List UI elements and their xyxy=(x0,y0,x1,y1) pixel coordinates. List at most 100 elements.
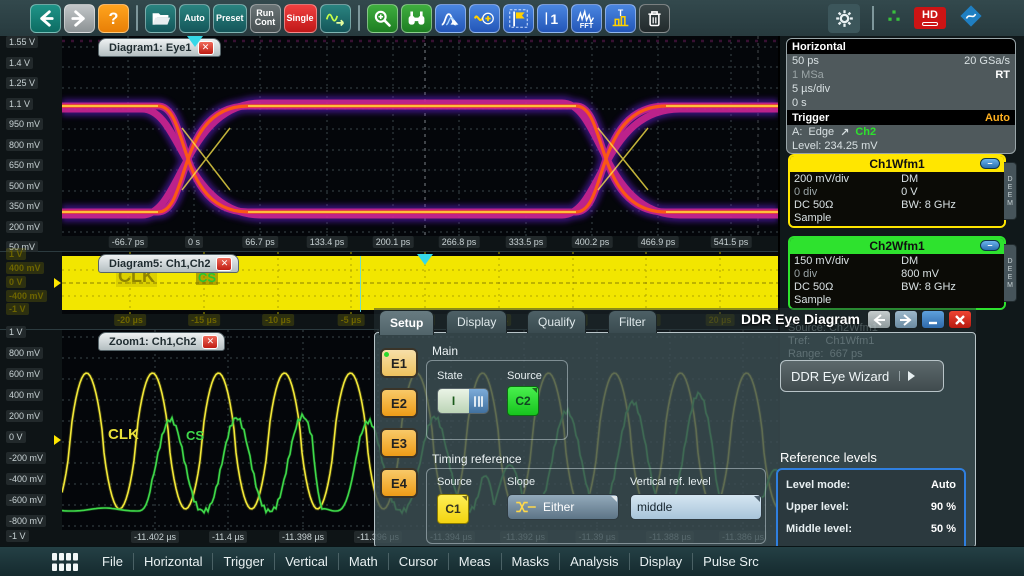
channel-info-row: Sample xyxy=(794,212,1000,225)
menu-item-horizontal[interactable]: Horizontal xyxy=(134,554,213,569)
combine-icon xyxy=(474,8,495,29)
channel-info-left: 200 mV/div xyxy=(794,173,901,186)
main-group-label: Main xyxy=(432,344,458,358)
channel-box-ch2wfm1[interactable]: Ch2Wfm1150 mV/divDM0 div800 mVDC 50ΩBW: … xyxy=(788,236,1006,310)
dialog-close-button[interactable] xyxy=(948,310,972,329)
eye-x-label: 400.2 ps xyxy=(572,236,613,248)
reference-level-label: Level mode: xyxy=(786,479,850,491)
eye-tab-e2[interactable]: E2 xyxy=(380,388,418,418)
menu-item-vertical[interactable]: Vertical xyxy=(275,554,338,569)
main-source-label: Source xyxy=(507,370,542,382)
minimize-button[interactable] xyxy=(980,158,1000,169)
main-source-button[interactable]: C2 xyxy=(507,386,539,416)
record-length-value: 1 MSa xyxy=(792,69,824,81)
reference-level-row: Level mode:Auto xyxy=(778,474,964,496)
zoom1-y-label: 800 mV xyxy=(6,347,43,359)
menu-item-trigger[interactable]: Trigger xyxy=(213,554,274,569)
dialog-tab-filter[interactable]: Filter xyxy=(608,310,657,333)
autoset-button[interactable]: Auto xyxy=(179,4,210,33)
channel-info-right: 0 V xyxy=(901,186,1000,199)
zoom-icon xyxy=(372,8,393,29)
tab-diagram5[interactable]: Diagram5: Ch1,Ch2 xyxy=(98,254,239,273)
clk-signal-label: CLK xyxy=(108,426,139,443)
eye-tab-e1[interactable]: E1 xyxy=(380,348,418,378)
reference-waveform-button[interactable]: 1 xyxy=(537,4,568,33)
slope-dropdown[interactable]: Either xyxy=(507,494,619,520)
eye-y-label: 1.25 V xyxy=(6,77,38,89)
minimize-button[interactable] xyxy=(980,240,1000,251)
menu-item-masks[interactable]: Masks xyxy=(502,554,560,569)
zoom-button[interactable] xyxy=(367,4,398,33)
menu-item-math[interactable]: Math xyxy=(339,554,388,569)
channel-info-row: 200 mV/divDM xyxy=(794,173,1000,186)
channel-info-right: BW: 8 GHz xyxy=(901,199,1000,212)
channel-side-tab[interactable]: DEEM xyxy=(1004,244,1017,302)
generator-button[interactable] xyxy=(320,4,351,33)
channel-info-row: DC 50ΩBW: 8 GHz xyxy=(794,199,1000,212)
reference-level-value: 90 % xyxy=(931,501,956,513)
menu-item-analysis[interactable]: Analysis xyxy=(560,554,628,569)
delete-button[interactable] xyxy=(639,4,670,33)
menu-item-display[interactable]: Display xyxy=(630,554,693,569)
timebase-value: 5 µs/div xyxy=(792,83,830,95)
svg-text:?: ? xyxy=(109,10,119,28)
fft-button[interactable]: FFT xyxy=(571,4,602,33)
channel-info-right xyxy=(901,294,1000,307)
channel-box-ch1wfm1[interactable]: Ch1Wfm1 200 mV/divDM0 div0 VDC 50ΩBW: 8 G… xyxy=(788,154,1006,228)
cursor-line[interactable] xyxy=(360,256,361,312)
state-toggle[interactable]: I xyxy=(437,388,489,414)
d5-x-label: -10 µs xyxy=(262,314,294,326)
close-icon[interactable] xyxy=(216,257,232,271)
search-button[interactable] xyxy=(401,4,432,33)
menu-item-file[interactable]: File xyxy=(92,554,133,569)
preset-button[interactable]: Preset xyxy=(213,4,247,33)
menu-item-pulse-src[interactable]: Pulse Src xyxy=(693,554,769,569)
histogram-button[interactable]: T xyxy=(605,4,636,33)
undo-button[interactable] xyxy=(30,4,61,33)
tab-zoom1[interactable]: Zoom1: Ch1,Ch2 xyxy=(98,332,225,351)
channel1-offset-marker[interactable] xyxy=(54,278,61,288)
overlay-waveform-button[interactable] xyxy=(435,4,466,33)
channel-box-title: Ch1Wfm1 xyxy=(869,157,924,171)
vref-field-label: Vertical ref. level xyxy=(630,476,711,488)
dialog-forward-button[interactable] xyxy=(894,310,918,329)
coupled-zoom-button[interactable] xyxy=(469,4,500,33)
vertical-ref-level-dropdown[interactable]: middle xyxy=(630,494,762,520)
hd-badge-bar xyxy=(922,22,938,26)
eye-tab-e3[interactable]: E3 xyxy=(380,428,418,458)
ddr-eye-wizard-button[interactable]: DDR Eye Wizard xyxy=(780,360,944,392)
smartgrid-menu-icon[interactable] xyxy=(52,553,78,571)
eye-diagram-plot[interactable] xyxy=(62,36,778,236)
hd-mode-badge: HD xyxy=(914,7,946,29)
help-button[interactable]: ? xyxy=(98,4,129,33)
position-value: 0 s xyxy=(792,97,807,109)
dialog-tab-qualify[interactable]: Qualify xyxy=(527,310,586,333)
timing-source-button[interactable]: C1 xyxy=(437,494,469,524)
menu-item-cursor[interactable]: Cursor xyxy=(389,554,448,569)
overlay-icon xyxy=(440,8,461,29)
run-cont-button[interactable]: Run Cont xyxy=(250,4,281,33)
settings-gear-button[interactable] xyxy=(828,4,860,33)
dialog-tab-setup[interactable]: Setup xyxy=(379,310,434,335)
channel-info-right xyxy=(901,212,1000,225)
trigger-position-marker[interactable] xyxy=(417,254,433,265)
horizontal-trigger-panel[interactable]: Horizontal 50 ps20 GSa/s 1 MSaRT 5 µs/di… xyxy=(786,38,1016,154)
acquisition-mode-value: RT xyxy=(995,69,1010,81)
redo-button[interactable] xyxy=(64,4,95,33)
channel1-offset-marker[interactable] xyxy=(54,435,61,445)
open-file-button[interactable] xyxy=(145,4,176,33)
eye-tab-e4[interactable]: E4 xyxy=(380,468,418,498)
reference-levels-box[interactable]: Level mode:AutoUpper level:90 %Middle le… xyxy=(776,468,966,558)
single-button[interactable]: Single xyxy=(284,4,317,33)
trigger-a-label: A: xyxy=(792,126,802,138)
dialog-minimize-button[interactable] xyxy=(921,310,945,329)
annotation-flag-button[interactable] xyxy=(503,4,534,33)
dialog-tab-display[interactable]: Display xyxy=(446,310,507,333)
channel-info-left: 0 div xyxy=(794,186,901,199)
state-toggle-value: I xyxy=(438,389,469,413)
eye-y-label: 1.55 V xyxy=(6,36,38,48)
trigger-position-marker[interactable] xyxy=(187,36,203,47)
menu-item-meas[interactable]: Meas xyxy=(449,554,501,569)
channel-side-tab[interactable]: DEEM xyxy=(1004,162,1017,220)
close-icon[interactable] xyxy=(202,335,218,349)
